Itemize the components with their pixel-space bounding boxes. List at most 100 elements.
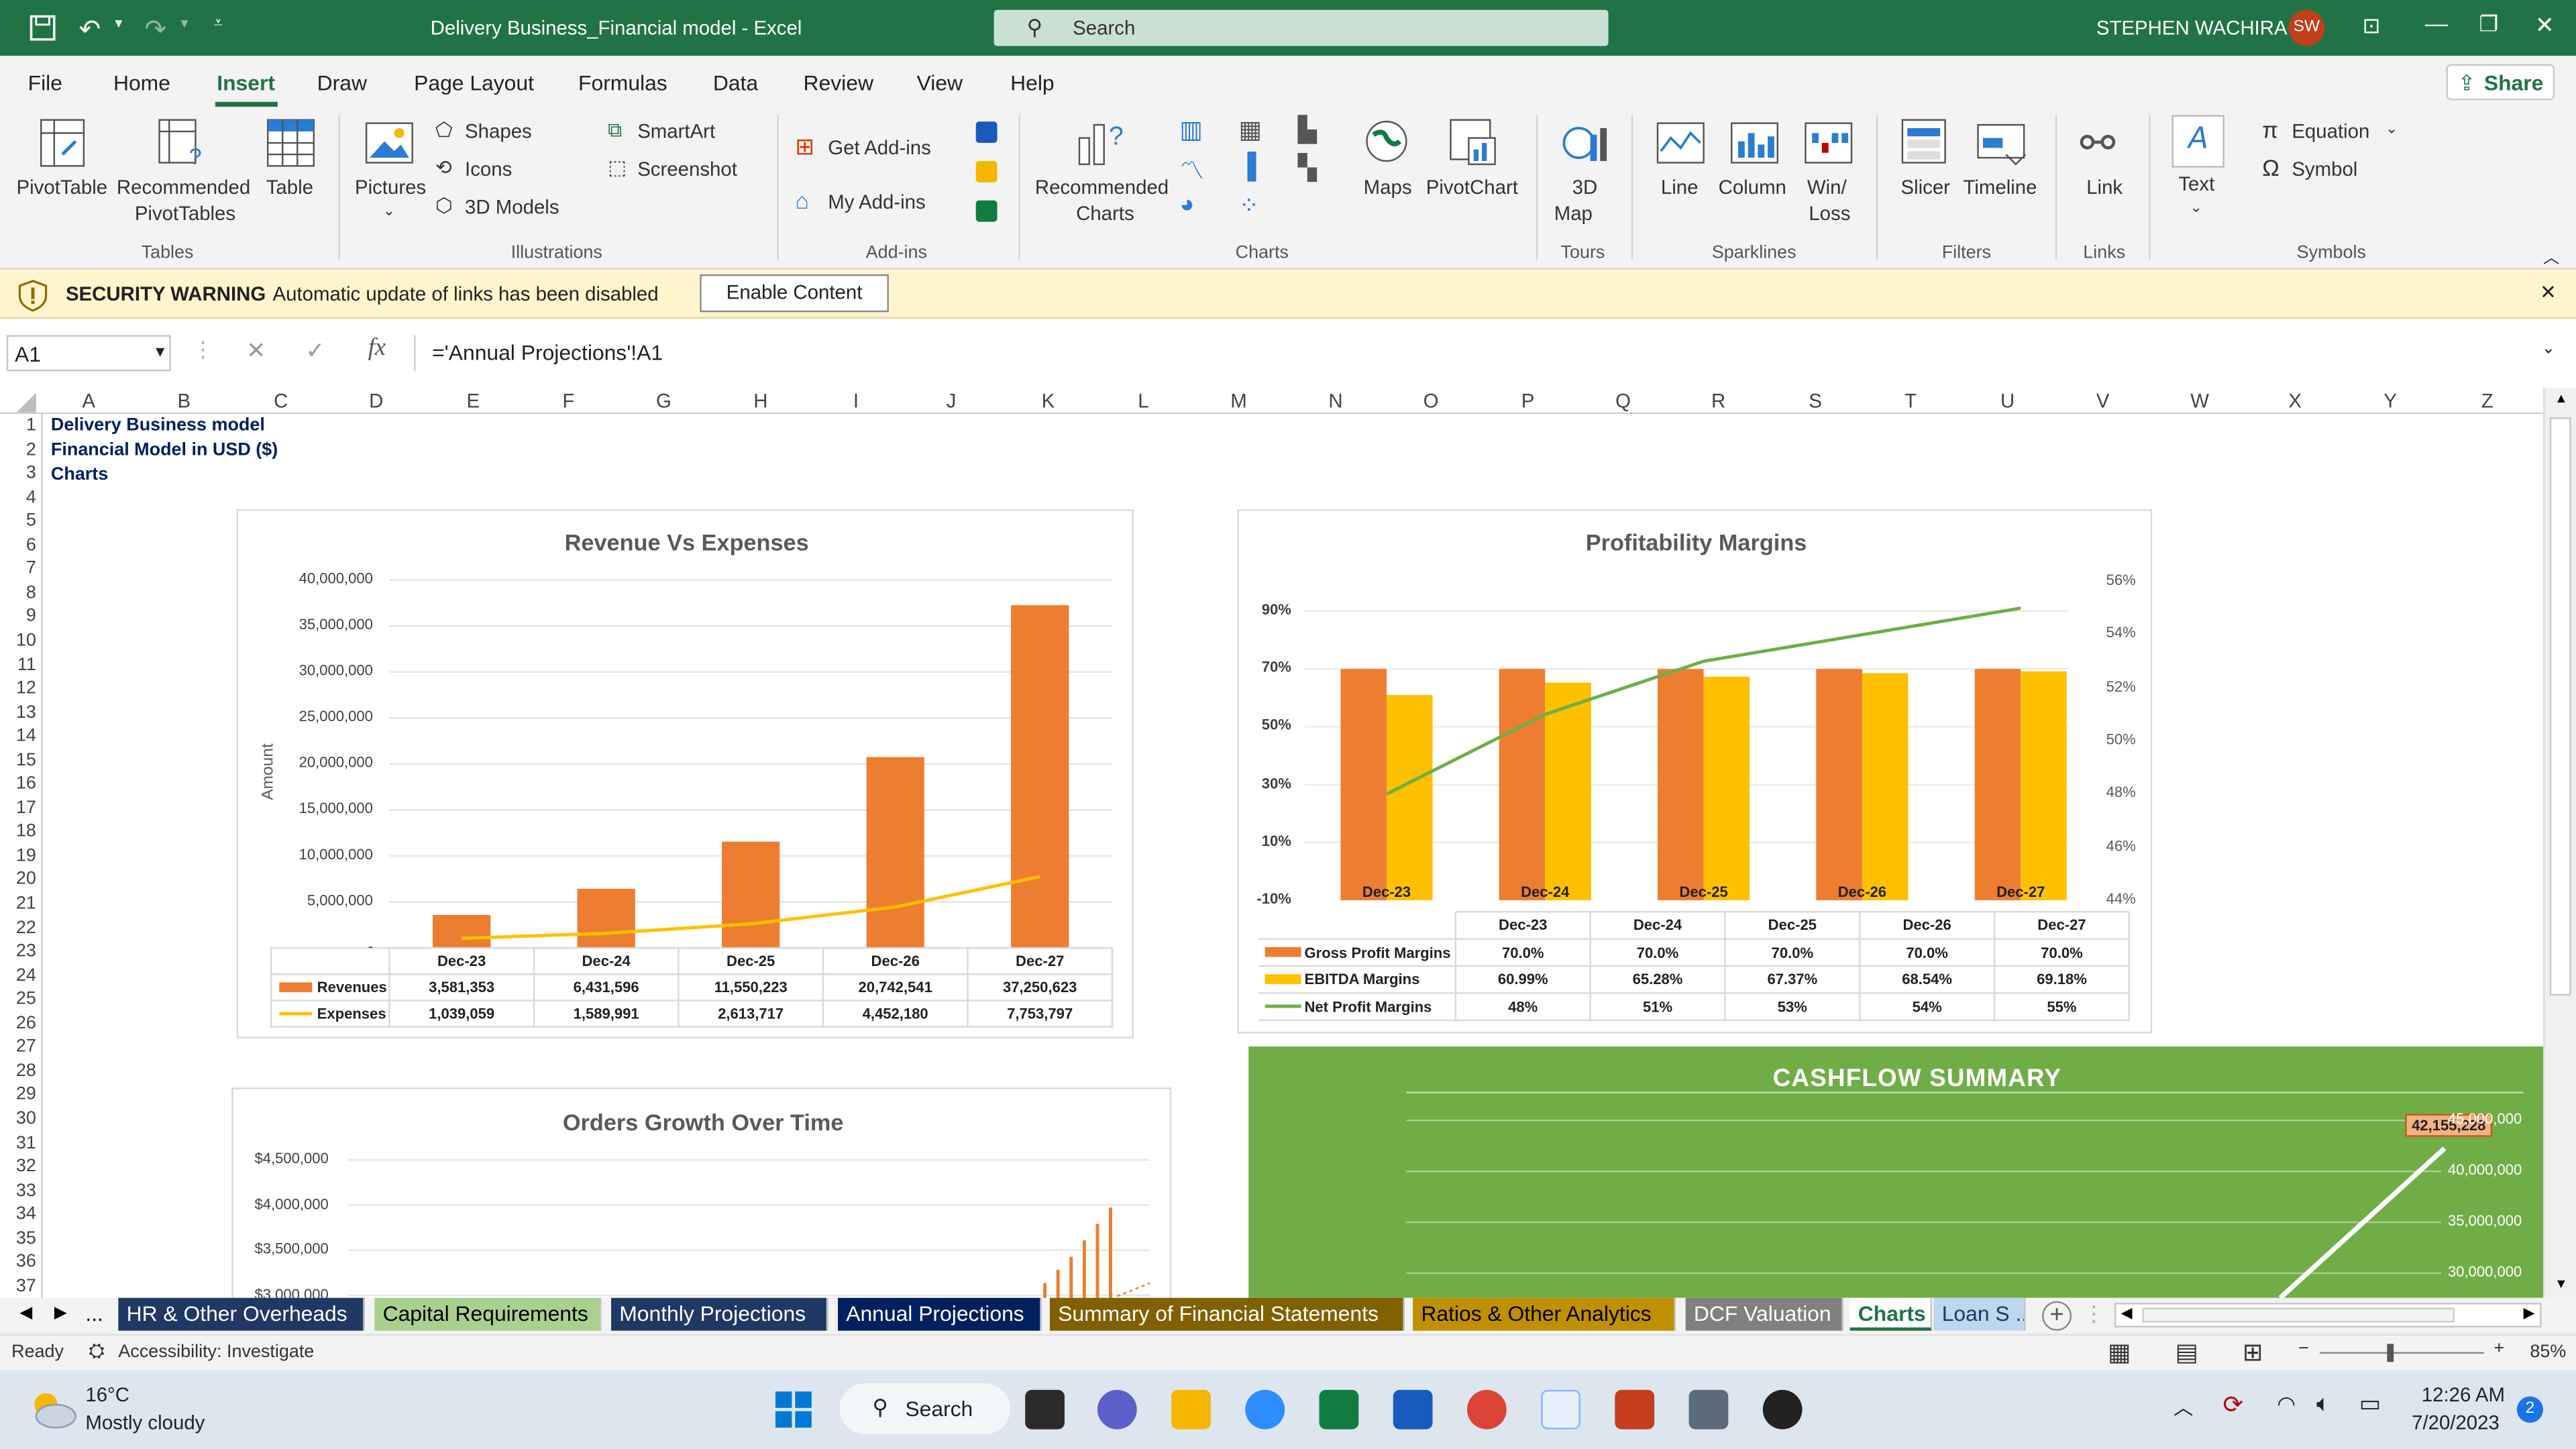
chrome-icon[interactable]	[1466, 1389, 1507, 1430]
row-header-3[interactable]: 3	[0, 464, 36, 483]
sparkline-winloss-label-2[interactable]: Loss	[1809, 202, 1850, 225]
sheet-tab[interactable]: Summary of Financial Statements	[1049, 1297, 1405, 1331]
row-header-7[interactable]: 7	[0, 559, 36, 578]
row-header-4[interactable]: 4	[0, 487, 36, 506]
zoom-icon[interactable]	[1245, 1389, 1285, 1430]
combo-chart-icon[interactable]: ▚	[1298, 153, 1317, 182]
select-all-corner[interactable]	[16, 392, 36, 413]
table-label[interactable]: Table	[266, 176, 313, 199]
row-header-13[interactable]: 13	[0, 702, 36, 722]
row-header-22[interactable]: 22	[0, 918, 36, 937]
row-header-5[interactable]: 5	[0, 511, 36, 531]
insert-function-icon[interactable]: fx	[368, 335, 386, 364]
menu-view[interactable]: View	[917, 70, 963, 95]
my-addins-label[interactable]: My Add-ins	[828, 191, 925, 213]
pie-chart-icon[interactable]: ◕	[1179, 191, 1194, 219]
column-header-r[interactable]: R	[1702, 389, 1735, 412]
column-header-g[interactable]: G	[647, 389, 680, 412]
customize-toolbar-icon[interactable]: ⩡	[213, 15, 223, 33]
my-addins-icon[interactable]: ⌂	[795, 187, 809, 213]
recommended-pivottables-label-1[interactable]: Recommended	[117, 176, 250, 199]
battery-icon[interactable]: ▭	[2359, 1390, 2381, 1418]
avatar[interactable]: SW	[2288, 9, 2325, 46]
row-header-14[interactable]: 14	[0, 727, 36, 746]
close-warning-icon[interactable]: ✕	[2540, 281, 2557, 304]
row-header-23[interactable]: 23	[0, 941, 36, 961]
row-header-25[interactable]: 25	[0, 989, 36, 1009]
restore-icon[interactable]: ❐	[2479, 11, 2499, 38]
column-header-z[interactable]: Z	[2471, 389, 2504, 412]
column-header-p[interactable]: P	[1511, 389, 1544, 412]
close-icon[interactable]: ✕	[2535, 11, 2555, 40]
cashflow-chart[interactable]: CASHFLOW SUMMARY 42,155,228 45,000,000 40…	[1248, 1046, 2544, 1298]
enable-content-button[interactable]: Enable Content	[700, 274, 889, 313]
row-header-8[interactable]: 8	[0, 583, 36, 602]
row-header-18[interactable]: 18	[0, 822, 36, 841]
accessibility-icon[interactable]: ⛭	[89, 1339, 105, 1364]
scroll-up-icon[interactable]: ▲	[2555, 391, 2567, 406]
scroll-down-icon[interactable]: ▼	[2555, 1277, 2567, 1291]
powerpoint-icon[interactable]	[1615, 1389, 1655, 1430]
cell-a3[interactable]: Charts	[51, 465, 108, 484]
menu-page-layout[interactable]: Page Layout	[414, 70, 534, 95]
row-header-6[interactable]: 6	[0, 535, 36, 555]
pivottable-icon[interactable]	[40, 118, 86, 167]
3d-map-label-2[interactable]: Map	[1554, 202, 1593, 225]
sheet-tab[interactable]: Capital Requirements	[374, 1297, 602, 1331]
column-header-u[interactable]: U	[1991, 389, 2024, 412]
cancel-icon[interactable]: ✕	[246, 337, 266, 365]
sparkline-winloss-icon[interactable]	[1804, 121, 1853, 164]
shapes-icon[interactable]: ⬠	[435, 118, 453, 141]
share-button[interactable]: ⇪ Share	[2446, 64, 2555, 101]
hierarchy-chart-icon[interactable]: ▦	[1239, 115, 1263, 145]
column-header-a[interactable]: A	[72, 389, 105, 412]
row-header-34[interactable]: 34	[0, 1204, 36, 1224]
column-header-d[interactable]: D	[360, 389, 392, 412]
column-header-m[interactable]: M	[1222, 389, 1255, 412]
bing-icon[interactable]	[975, 161, 998, 182]
visio-icon[interactable]	[975, 121, 998, 144]
scatter-chart-icon[interactable]: ⁘	[1239, 191, 1260, 221]
task-view-icon[interactable]	[1025, 1389, 1065, 1430]
recommended-charts-icon[interactable]: ?	[1076, 118, 1128, 167]
save-icon[interactable]	[30, 15, 59, 41]
vertical-scroll-thumb[interactable]	[2549, 417, 2571, 996]
row-header-17[interactable]: 17	[0, 798, 36, 818]
recommended-pivottables-icon[interactable]: ?	[158, 118, 207, 168]
sheet-tab[interactable]: HR & Other Overheads	[118, 1297, 365, 1331]
horizontal-scrollbar[interactable]: ◀ ▶	[2114, 1303, 2542, 1328]
cell-a2[interactable]: Financial Model in USD ($)	[51, 440, 278, 460]
text-icon[interactable]: 𝘈	[2171, 115, 2224, 168]
undo-dropdown-icon[interactable]: ▾	[115, 15, 122, 33]
row-header-19[interactable]: 19	[0, 846, 36, 865]
sheet-tab[interactable]: Ratios & Other Analytics	[1413, 1297, 1676, 1331]
menu-review[interactable]: Review	[804, 70, 873, 95]
revenue-chart[interactable]: Revenue Vs Expenses Amount 40,000,000 35,…	[236, 509, 1134, 1038]
cell-a1[interactable]: Delivery Business model	[51, 416, 265, 435]
formula-input[interactable]: ='Annual Projections'!A1 ⌄	[414, 335, 2569, 372]
column-chart-icon[interactable]: ▥	[1179, 115, 1203, 145]
menu-file[interactable]: File	[28, 70, 62, 95]
column-header-h[interactable]: H	[744, 389, 777, 412]
maps-icon[interactable]	[1364, 118, 1410, 164]
icons-icon[interactable]: ⟲	[435, 156, 452, 179]
menu-draw[interactable]: Draw	[317, 70, 367, 95]
icons-label[interactable]: Icons	[465, 158, 512, 180]
row-header-15[interactable]: 15	[0, 750, 36, 769]
vertical-scrollbar[interactable]: ▲ ▼	[2543, 387, 2576, 1298]
orders-chart[interactable]: Orders Growth Over Time $4,500,000 $4,000…	[231, 1087, 1172, 1302]
row-header-28[interactable]: 28	[0, 1061, 36, 1081]
tab-split-grip[interactable]: ⋮	[2083, 1301, 2104, 1328]
next-sheet-icon[interactable]: ▶	[54, 1304, 67, 1322]
zoom-out-icon[interactable]: −	[2298, 1339, 2309, 1358]
undo-icon[interactable]: ↶	[79, 13, 101, 46]
statistic-chart-icon[interactable]: ▐	[1239, 153, 1256, 181]
get-addins-label[interactable]: Get Add-ins	[828, 136, 931, 159]
get-addins-icon[interactable]: ⊞	[795, 133, 814, 161]
ribbon-display-icon[interactable]: ⊡	[2363, 13, 2381, 40]
3d-map-icon[interactable]	[1561, 118, 1610, 167]
row-header-37[interactable]: 37	[0, 1276, 36, 1295]
page-break-view-icon[interactable]: ⊞	[2243, 1337, 2263, 1367]
weather-desc[interactable]: Mostly cloudy	[85, 1411, 205, 1434]
sheet-tab[interactable]: Loan S ...	[1933, 1297, 2026, 1331]
